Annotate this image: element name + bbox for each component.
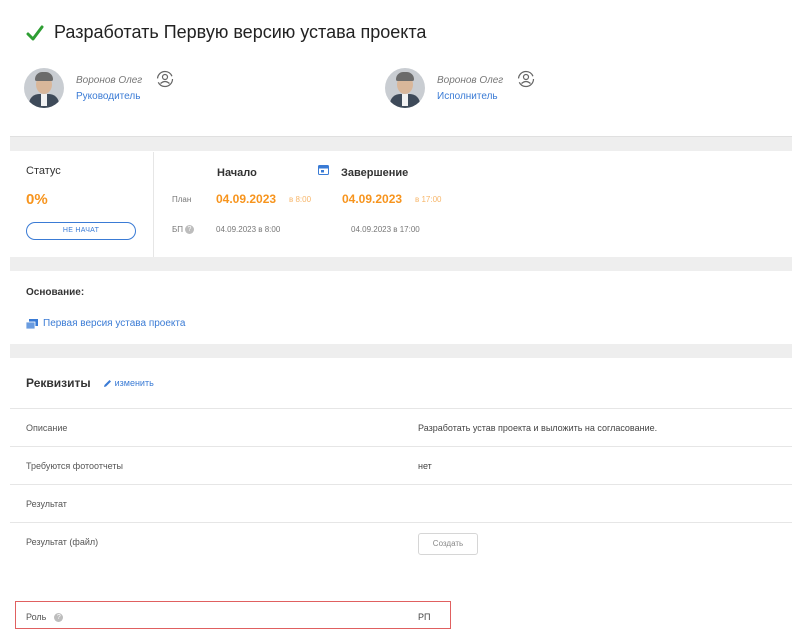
- task-title: Разработать Первую версию устава проекта: [54, 22, 427, 42]
- basis-card: [10, 271, 792, 345]
- calendar-icon[interactable]: [318, 164, 329, 175]
- role-value: РП: [418, 612, 431, 622]
- status-label: Статус: [26, 165, 61, 177]
- detail-value-description: Разработать устав проекта и выложить на …: [418, 423, 658, 433]
- details-header: Реквизиты изменить: [26, 376, 154, 390]
- row-divider: [10, 484, 792, 485]
- detail-label-description: Описание: [26, 423, 68, 433]
- detail-label-result: Результат: [26, 499, 67, 509]
- role-label-group: Роль ?: [26, 612, 64, 622]
- row-divider: [10, 408, 792, 409]
- end-header: Завершение: [341, 167, 409, 179]
- basis-link[interactable]: Первая версия устава проекта: [26, 318, 185, 329]
- bp-label: БП?: [172, 225, 194, 235]
- edit-label[interactable]: изменить: [115, 378, 154, 388]
- plan-end-date: 04.09.2023: [342, 192, 403, 206]
- task-title-row: Разработать Первую версию устава проекта: [26, 22, 426, 43]
- status-badge: НЕ НАЧАТ: [26, 222, 136, 240]
- person-executor: Воронов Олег Исполнитель: [385, 68, 535, 108]
- bp-end: 04.09.2023 в 17:00: [351, 225, 420, 234]
- role-label: Роль: [26, 612, 47, 622]
- create-button[interactable]: Создать: [418, 533, 478, 555]
- details-card: [10, 358, 792, 634]
- basis-link-text[interactable]: Первая версия устава проекта: [43, 318, 185, 329]
- detail-label-photo: Требуются фотоотчеты: [26, 461, 123, 471]
- person-role[interactable]: Исполнитель: [437, 91, 503, 102]
- person-role[interactable]: Руководитель: [76, 91, 142, 102]
- info-icon[interactable]: ?: [54, 612, 64, 622]
- details-title: Реквизиты: [26, 376, 91, 390]
- vertical-divider: [153, 152, 154, 257]
- detail-label-result-file: Результат (файл): [26, 537, 99, 547]
- row-divider: [10, 522, 792, 523]
- role-highlight: [15, 601, 451, 629]
- person-name[interactable]: Воронов Олег: [76, 75, 142, 86]
- section-separator: [10, 257, 792, 271]
- row-divider: [10, 446, 792, 447]
- pencil-icon: [103, 379, 111, 387]
- person-manager: Воронов Олег Руководитель: [24, 68, 174, 108]
- bp-start: 04.09.2023 в 8:00: [216, 225, 281, 234]
- progress-percent: 0%: [26, 191, 48, 208]
- edit-link[interactable]: изменить: [103, 378, 154, 388]
- plan-start-date: 04.09.2023: [216, 192, 277, 206]
- start-header: Начало: [217, 167, 257, 179]
- user-circle-icon[interactable]: [517, 70, 535, 88]
- detail-value-photo: нет: [418, 461, 432, 471]
- basis-label: Основание:: [26, 287, 85, 298]
- avatar[interactable]: [385, 68, 425, 108]
- user-circle-icon[interactable]: [156, 70, 174, 88]
- plan-end-time: в 17:00: [415, 195, 442, 204]
- person-name[interactable]: Воронов Олег: [437, 75, 503, 86]
- section-separator: [10, 137, 792, 151]
- section-separator: [10, 344, 792, 358]
- plan-start-time: в 8:00: [289, 195, 312, 204]
- documents-icon: [26, 318, 38, 329]
- info-icon[interactable]: ?: [185, 225, 194, 235]
- bp-label-text: БП: [172, 225, 183, 234]
- plan-label: План: [172, 195, 192, 204]
- avatar[interactable]: [24, 68, 64, 108]
- check-icon: [26, 25, 44, 40]
